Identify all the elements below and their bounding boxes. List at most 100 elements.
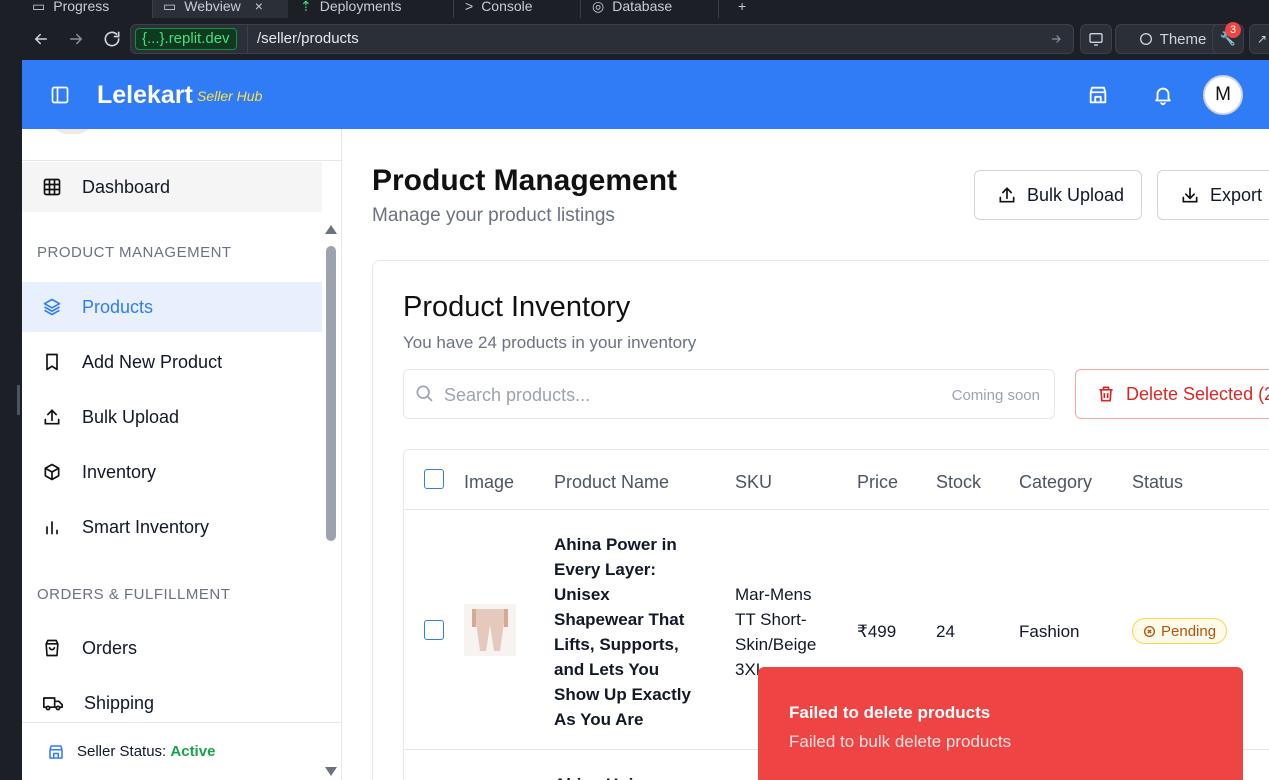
monitor-icon: ▭ bbox=[163, 0, 177, 14]
product-category: Fashion bbox=[1019, 622, 1080, 641]
open-external-button[interactable]: ↗ bbox=[1249, 24, 1269, 54]
resize-handle[interactable] bbox=[17, 385, 20, 415]
reload-button[interactable] bbox=[99, 26, 125, 52]
app-header: Lelekart Seller Hub M bbox=[22, 60, 1269, 129]
forward-button[interactable] bbox=[63, 26, 89, 52]
sidebar-item-label: Products bbox=[82, 296, 154, 317]
tab-console[interactable]: > Console bbox=[455, 0, 543, 18]
plus-icon: + bbox=[738, 0, 747, 14]
header-stock[interactable]: Stock bbox=[936, 472, 981, 493]
product-name-line: Unisex bbox=[554, 585, 610, 604]
product-thumbnail[interactable] bbox=[464, 604, 516, 656]
product-name-line: and Lets You bbox=[554, 660, 660, 679]
new-tab-button[interactable]: + bbox=[728, 0, 756, 18]
table-header: Image Product Name SKU Price Stock Categ… bbox=[404, 450, 1269, 510]
sidebar-item-orders[interactable]: Orders bbox=[22, 623, 322, 673]
row-checkbox[interactable] bbox=[424, 620, 444, 640]
sku-line: Skin/Beige bbox=[735, 635, 817, 654]
bell-icon[interactable] bbox=[1152, 84, 1174, 106]
sidebar-item-bulk-upload[interactable]: Bulk Upload bbox=[22, 392, 322, 442]
sku-line: Mar-Mens bbox=[735, 585, 812, 604]
devtools-button[interactable] bbox=[1080, 24, 1112, 54]
tab-divider bbox=[453, 0, 454, 18]
product-price: ₹499 bbox=[857, 622, 897, 641]
tab-webview[interactable]: ▭ Webview × bbox=[153, 0, 288, 18]
upload-icon bbox=[999, 187, 1015, 203]
truck-icon bbox=[42, 697, 63, 711]
header-sku[interactable]: SKU bbox=[735, 472, 772, 493]
sidebar-toggle-icon[interactable] bbox=[50, 85, 70, 105]
brand-logo[interactable]: Lelekart bbox=[97, 81, 193, 110]
sidebar-item-add-new-product[interactable]: Add New Product bbox=[22, 337, 322, 387]
app-frame: Lelekart Seller Hub M Dashboard PRODUCT … bbox=[22, 60, 1269, 780]
ide-left-gutter bbox=[0, 60, 22, 780]
tab-label: Console bbox=[481, 0, 533, 14]
search-placeholder: Search products... bbox=[444, 385, 591, 405]
sidebar-item-dashboard[interactable]: Dashboard bbox=[22, 162, 322, 212]
sidebar-item-products[interactable]: Products bbox=[22, 282, 322, 332]
error-toast[interactable]: Failed to delete products Failed to bulk… bbox=[758, 667, 1243, 780]
back-button[interactable] bbox=[28, 26, 54, 52]
sidebar-item-shipping[interactable]: Shipping bbox=[22, 678, 322, 728]
close-icon[interactable]: × bbox=[255, 0, 263, 14]
toast-message: Failed to bulk delete products bbox=[789, 732, 1012, 751]
product-name-line: Shapewear That bbox=[554, 610, 685, 629]
shopping-bag-icon bbox=[45, 639, 59, 657]
scrollbar-thumb[interactable] bbox=[326, 246, 336, 541]
sidebar-item-smart-inventory[interactable]: Smart Inventory bbox=[22, 502, 322, 552]
tab-label: Database bbox=[612, 0, 673, 14]
search-hint: Coming soon bbox=[951, 387, 1040, 404]
header-category[interactable]: Category bbox=[1019, 472, 1092, 493]
product-image bbox=[464, 604, 516, 656]
header-status[interactable]: Status bbox=[1132, 472, 1183, 493]
header-price[interactable]: Price bbox=[857, 472, 898, 493]
external-link-icon: ↗ bbox=[1256, 32, 1268, 46]
tab-deployments[interactable]: ⇡ Deployments bbox=[290, 0, 411, 18]
export-button[interactable]: Export bbox=[1157, 170, 1269, 220]
arrow-left-icon bbox=[34, 33, 47, 45]
store-icon[interactable] bbox=[1087, 84, 1109, 106]
url-path: /seller/products bbox=[257, 30, 359, 47]
next-row-product-name[interactable]: Ahina Unis bbox=[554, 772, 643, 780]
sidebar-item-label: Bulk Upload bbox=[82, 406, 180, 427]
sidebar-item-inventory[interactable]: Inventory bbox=[22, 447, 322, 497]
bar-chart-icon bbox=[46, 521, 58, 535]
database-icon: ◎ bbox=[592, 0, 605, 14]
grid-icon bbox=[43, 178, 61, 196]
product-name-line: Every Layer: bbox=[554, 560, 657, 579]
sidebar-item-label: Smart Inventory bbox=[82, 516, 210, 537]
url-divider bbox=[247, 25, 248, 53]
seller-status-label: Seller Status: bbox=[77, 743, 167, 760]
status-badge: Pending bbox=[1132, 618, 1228, 644]
go-arrow-icon[interactable] bbox=[1049, 32, 1063, 46]
avatar[interactable]: M bbox=[1203, 75, 1243, 115]
header-product-name[interactable]: Product Name bbox=[554, 472, 669, 493]
ide-tab-strip: ▭ Progress ▭ Webview × ⇡ Deployments > C… bbox=[0, 0, 1269, 18]
tab-database[interactable]: ◎ Database bbox=[582, 0, 682, 18]
bulk-upload-button[interactable]: Bulk Upload bbox=[974, 170, 1142, 220]
url-domain: {...}.replit.dev bbox=[135, 28, 237, 50]
seller-status: Seller Status: Active bbox=[22, 722, 341, 780]
tab-progress[interactable]: ▭ Progress bbox=[22, 0, 119, 18]
url-field[interactable]: {...}.replit.dev /seller/products bbox=[130, 24, 1074, 54]
select-all-checkbox[interactable] bbox=[424, 469, 444, 489]
brand-subtitle: Seller Hub bbox=[197, 88, 263, 104]
page-subtitle: Manage your product listings bbox=[372, 205, 615, 226]
delete-selected-button[interactable]: Delete Selected (2 bbox=[1075, 369, 1269, 419]
export-label: Export bbox=[1210, 184, 1263, 205]
trash-icon bbox=[1099, 386, 1113, 402]
search-input[interactable]: Search products... Coming soon bbox=[403, 369, 1055, 419]
sidebar-item-label: Inventory bbox=[82, 461, 157, 482]
tab-label: Webview bbox=[184, 0, 241, 14]
section-title-orders-fulfillment: ORDERS & FULFILLMENT bbox=[37, 586, 231, 603]
product-name[interactable]: Ahina Power in Every Layer: Unisex Shape… bbox=[554, 532, 714, 732]
console-icon: > bbox=[465, 0, 474, 14]
page-title: Product Management bbox=[372, 164, 678, 197]
scroll-up-icon[interactable] bbox=[325, 225, 337, 234]
box-icon bbox=[44, 463, 60, 481]
delete-selected-label: Delete Selected (2 bbox=[1126, 383, 1269, 404]
product-name-line: Show Up Exactly bbox=[554, 685, 691, 704]
palette-icon bbox=[1139, 33, 1152, 45]
sidebar-item-label: Add New Product bbox=[82, 351, 223, 372]
product-name-line: As You Are bbox=[554, 710, 644, 729]
